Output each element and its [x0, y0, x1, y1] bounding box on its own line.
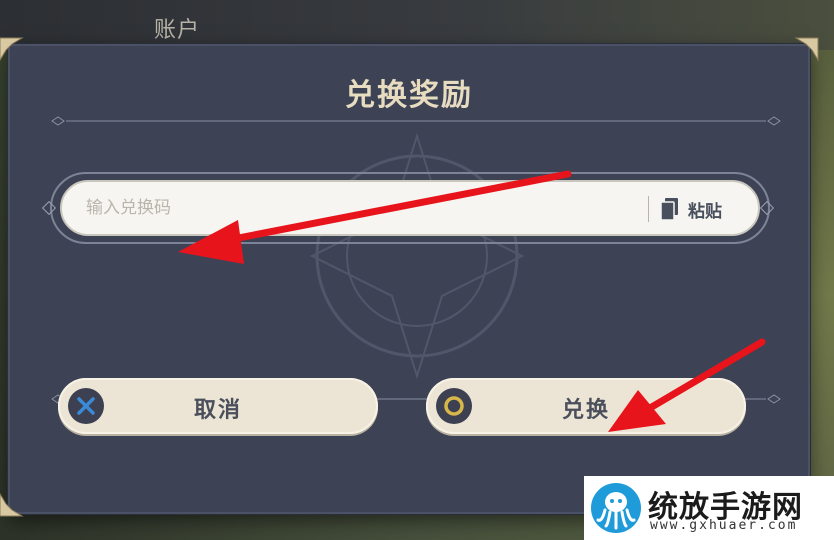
account-tab-label: 账户	[154, 18, 201, 43]
redeem-code-input[interactable]	[86, 192, 626, 224]
corner-ornament	[0, 493, 24, 517]
redeem-dialog: 兑换奖励	[8, 44, 810, 514]
cancel-label: 取消	[193, 398, 242, 423]
site-watermark: 统放手游网 www.gxhuaer.com	[584, 476, 834, 540]
redeem-button[interactable]: 兑换	[426, 378, 746, 434]
cancel-button[interactable]: 取消	[58, 378, 378, 434]
redeem-label: 兑换	[561, 398, 610, 423]
corner-ornament	[0, 37, 24, 61]
corner-ornament	[794, 37, 819, 62]
redeem-code-field: 粘贴	[60, 180, 760, 236]
game-background-top: 账户	[0, 0, 834, 50]
paste-label: 粘贴	[688, 201, 722, 222]
clipboard-icon	[660, 198, 678, 221]
input-separator	[648, 196, 649, 222]
background-emblem	[309, 132, 525, 380]
octopus-logo-icon	[591, 483, 641, 533]
watermark-url: www.gxhuaer.com	[650, 518, 798, 533]
paste-button[interactable]: 粘贴	[660, 190, 750, 228]
dialog-title: 兑换奖励	[345, 78, 473, 113]
